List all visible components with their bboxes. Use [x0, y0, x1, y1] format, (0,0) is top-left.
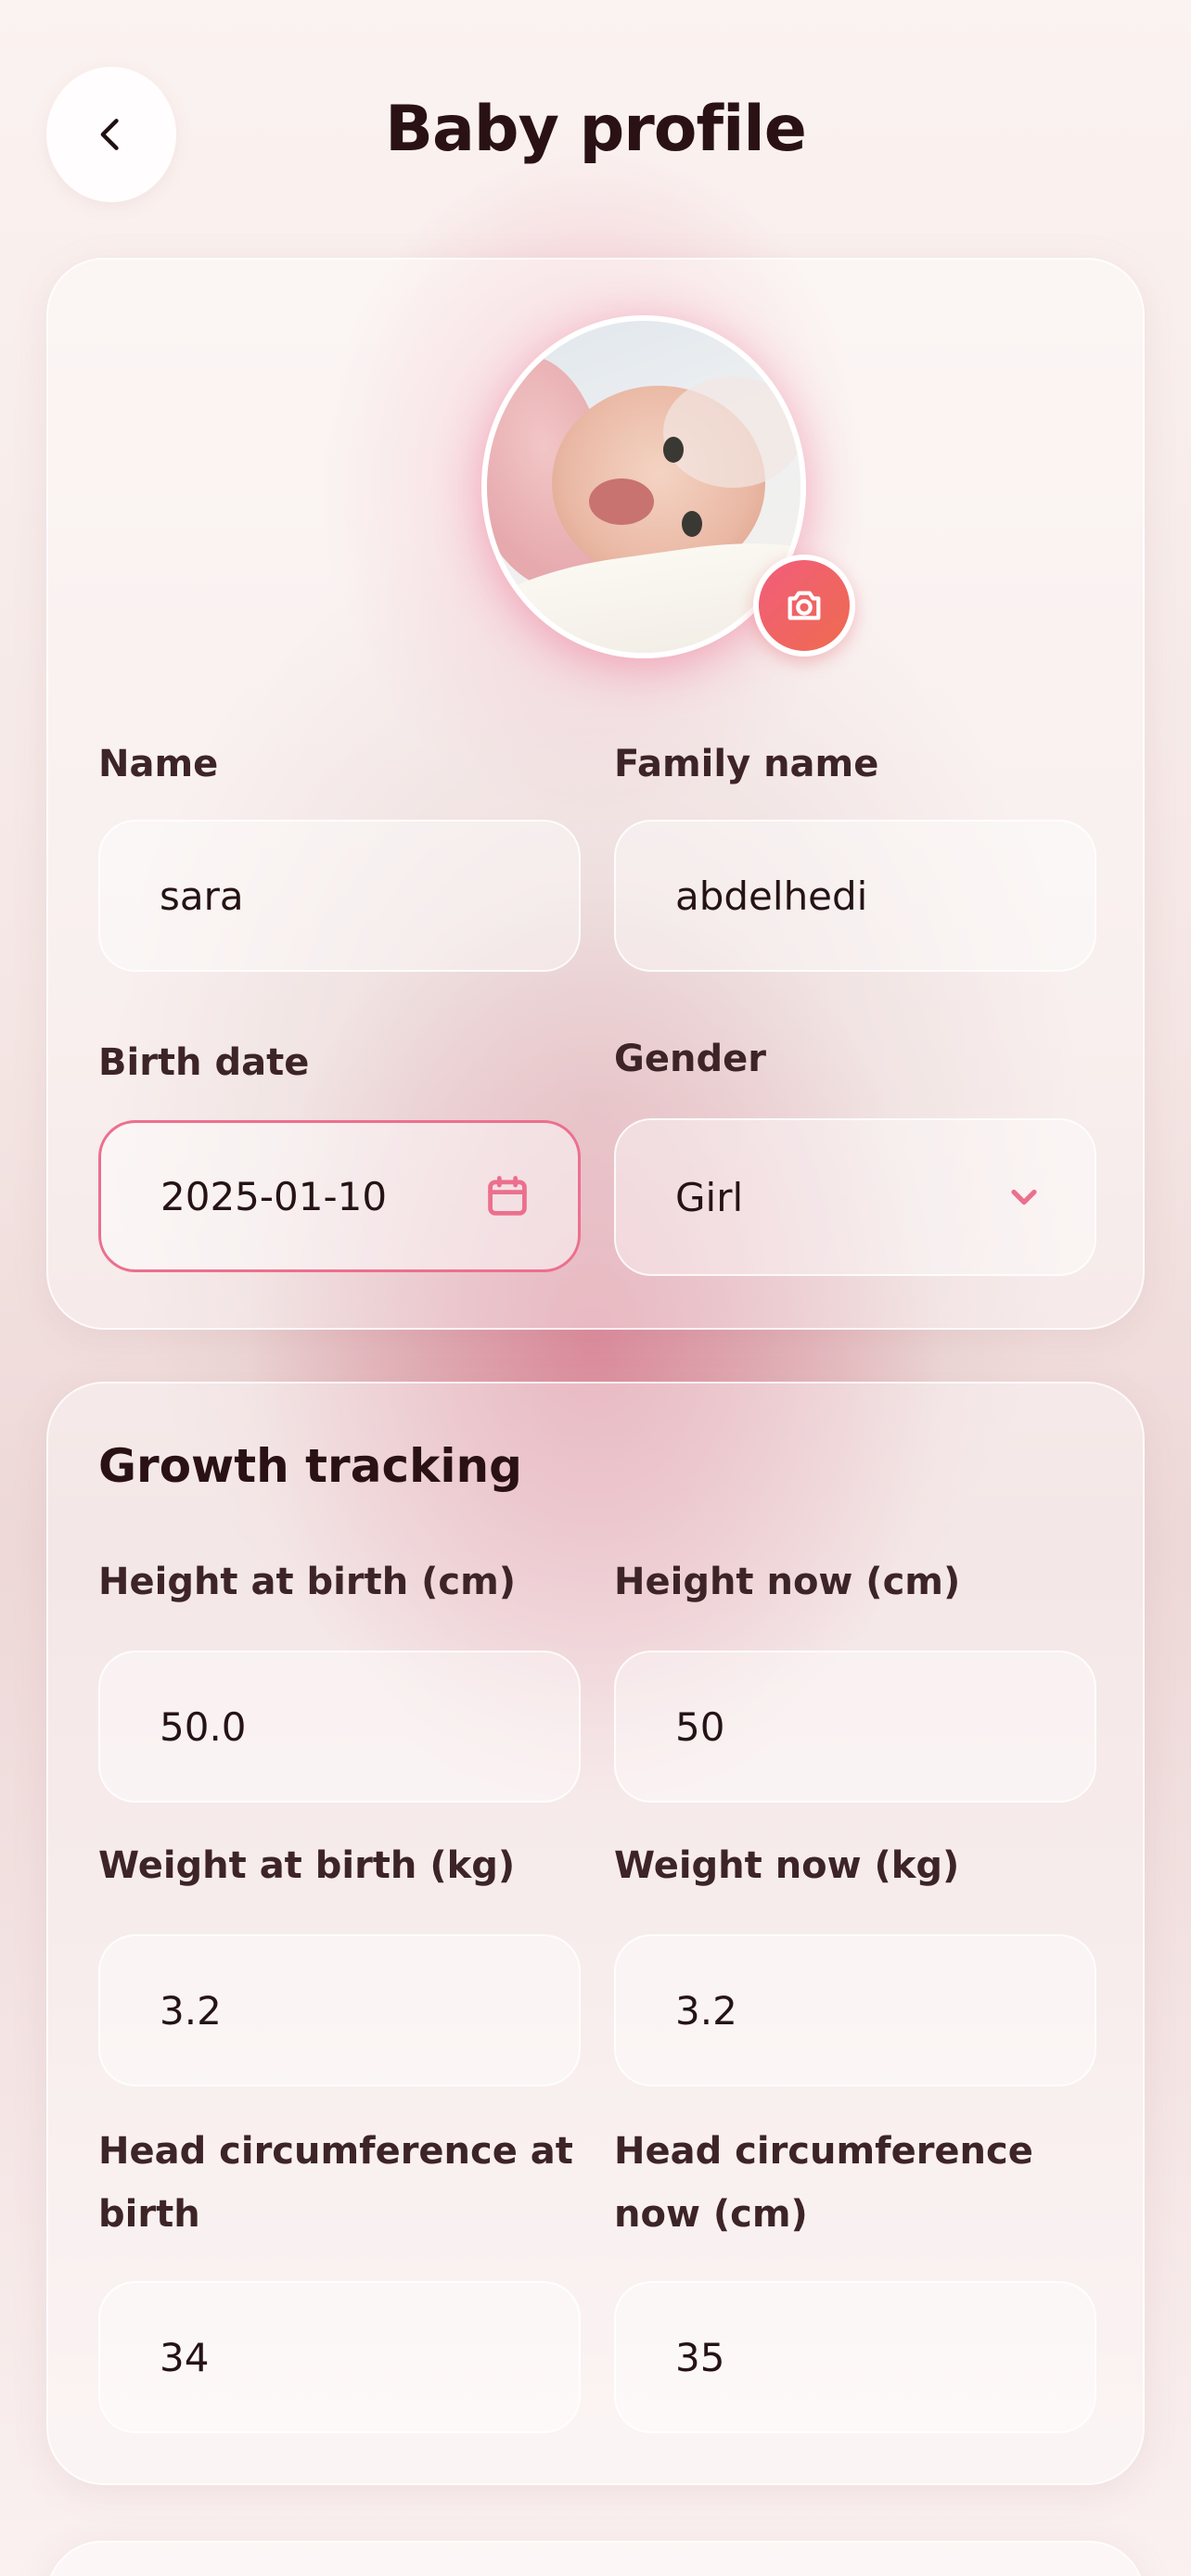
page-title: Baby profile: [385, 93, 807, 166]
weight-at-birth-label: Weight at birth (kg): [98, 1844, 516, 1887]
weight-at-birth-value: 3.2: [160, 1987, 222, 2034]
head-circumference-at-birth-field[interactable]: 34: [98, 2281, 581, 2433]
family-name-value: abdelhedi: [675, 873, 868, 919]
name-label: Name: [98, 743, 219, 785]
next-card-partial: [46, 2541, 1145, 2576]
head-circumference-now-label-line1: Head circumference: [614, 2130, 1033, 2173]
calendar-icon[interactable]: [483, 1172, 531, 1220]
height-at-birth-label: Height at birth (cm): [98, 1561, 517, 1603]
birth-date-field[interactable]: 2025-01-10: [98, 1120, 581, 1272]
birth-date-value: 2025-01-10: [160, 1173, 388, 1219]
camera-icon: [788, 591, 821, 620]
head-circumference-now-label-line2: now (cm): [614, 2193, 808, 2236]
family-name-label: Family name: [614, 743, 879, 785]
gender-value: Girl: [675, 1174, 744, 1220]
height-now-value: 50: [675, 1703, 725, 1750]
weight-now-field[interactable]: 3.2: [614, 1934, 1096, 2086]
head-circumference-at-birth-value: 34: [160, 2334, 210, 2380]
baby-profile-screen: Baby profile Name Family name sara abdel…: [0, 0, 1191, 2576]
gender-label: Gender: [614, 1038, 766, 1080]
height-now-label: Height now (cm): [614, 1561, 961, 1603]
head-circumference-at-birth-label-line1: Head circumference at: [98, 2130, 573, 2173]
family-name-field[interactable]: abdelhedi: [614, 820, 1096, 972]
weight-now-label: Weight now (kg): [614, 1844, 960, 1887]
height-now-field[interactable]: 50: [614, 1651, 1096, 1803]
weight-at-birth-field[interactable]: 3.2: [98, 1934, 581, 2086]
height-at-birth-value: 50.0: [160, 1703, 247, 1750]
weight-now-value: 3.2: [675, 1987, 737, 2034]
head-circumference-now-field[interactable]: 35: [614, 2281, 1096, 2433]
gender-select[interactable]: Girl: [614, 1118, 1096, 1276]
name-value: sara: [160, 873, 244, 919]
head-circumference-now-value: 35: [675, 2334, 725, 2380]
growth-tracking-card: Growth tracking Height at birth (cm) Hei…: [46, 1382, 1145, 2485]
birth-date-label: Birth date: [98, 1041, 310, 1084]
change-photo-button[interactable]: [753, 555, 855, 657]
height-at-birth-field[interactable]: 50.0: [98, 1651, 581, 1803]
section-title: Growth tracking: [98, 1439, 522, 1493]
profile-card: Name Family name sara abdelhedi Birth da…: [46, 258, 1145, 1330]
head-circumference-at-birth-label-line2: birth: [98, 2193, 200, 2236]
chevron-down-icon: [1000, 1173, 1048, 1221]
name-field[interactable]: sara: [98, 820, 581, 972]
